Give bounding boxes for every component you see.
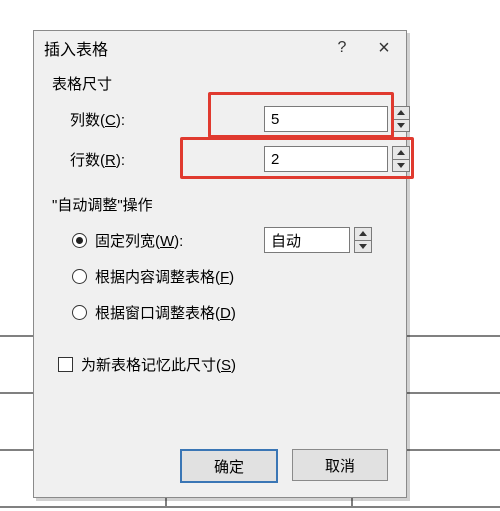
radio-fit-window-row: 根据窗口调整表格(D) [52, 295, 388, 329]
radio-fit-window[interactable] [72, 305, 87, 320]
radio-fixed-width[interactable] [72, 233, 87, 248]
radio-fit-content[interactable] [72, 269, 87, 284]
table-size-label: 表格尺寸 [52, 73, 388, 94]
columns-step-down[interactable] [392, 120, 410, 133]
columns-row: 列数(C): [52, 102, 388, 136]
chevron-down-icon [397, 123, 405, 128]
columns-step-up[interactable] [392, 106, 410, 120]
rows-step-down[interactable] [392, 160, 410, 173]
remember-row: 为新表格记忆此尺寸(S) [52, 347, 388, 381]
rows-row: 行数(R): [52, 142, 388, 176]
remember-checkbox[interactable] [58, 357, 73, 372]
radio-fixed-width-label: 固定列宽(W): [95, 230, 183, 251]
rows-input[interactable] [264, 146, 388, 172]
rows-label: 行数(R): [70, 149, 220, 170]
radio-fit-content-row: 根据内容调整表格(F) [52, 259, 388, 293]
chevron-down-icon [359, 244, 367, 249]
rows-step-up[interactable] [392, 146, 410, 160]
chevron-up-icon [359, 231, 367, 236]
fixed-width-step-down[interactable] [354, 241, 372, 254]
close-icon: × [378, 37, 390, 60]
autofit-label: "自动调整"操作 [52, 194, 388, 215]
ok-button[interactable]: 确定 [180, 449, 278, 483]
columns-input[interactable] [264, 106, 388, 132]
fixed-width-step-up[interactable] [354, 227, 372, 241]
chevron-up-icon [397, 110, 405, 115]
radio-fit-window-label: 根据窗口调整表格(D) [95, 302, 236, 323]
columns-label: 列数(C): [70, 109, 220, 130]
cancel-button[interactable]: 取消 [292, 449, 388, 481]
radio-fixed-width-row: 固定列宽(W): 自动 [52, 223, 388, 257]
titlebar: 插入表格 ? × [34, 31, 406, 65]
radio-fit-content-label: 根据内容调整表格(F) [95, 266, 234, 287]
chevron-down-icon [397, 163, 405, 168]
help-button[interactable]: ? [322, 31, 362, 65]
help-icon: ? [338, 39, 347, 57]
remember-label: 为新表格记忆此尺寸(S) [81, 354, 236, 375]
fixed-width-value[interactable]: 自动 [264, 227, 350, 253]
close-button[interactable]: × [362, 31, 406, 65]
insert-table-dialog: 插入表格 ? × 表格尺寸 列数(C): [33, 30, 407, 498]
dialog-title: 插入表格 [44, 36, 108, 60]
chevron-up-icon [397, 150, 405, 155]
